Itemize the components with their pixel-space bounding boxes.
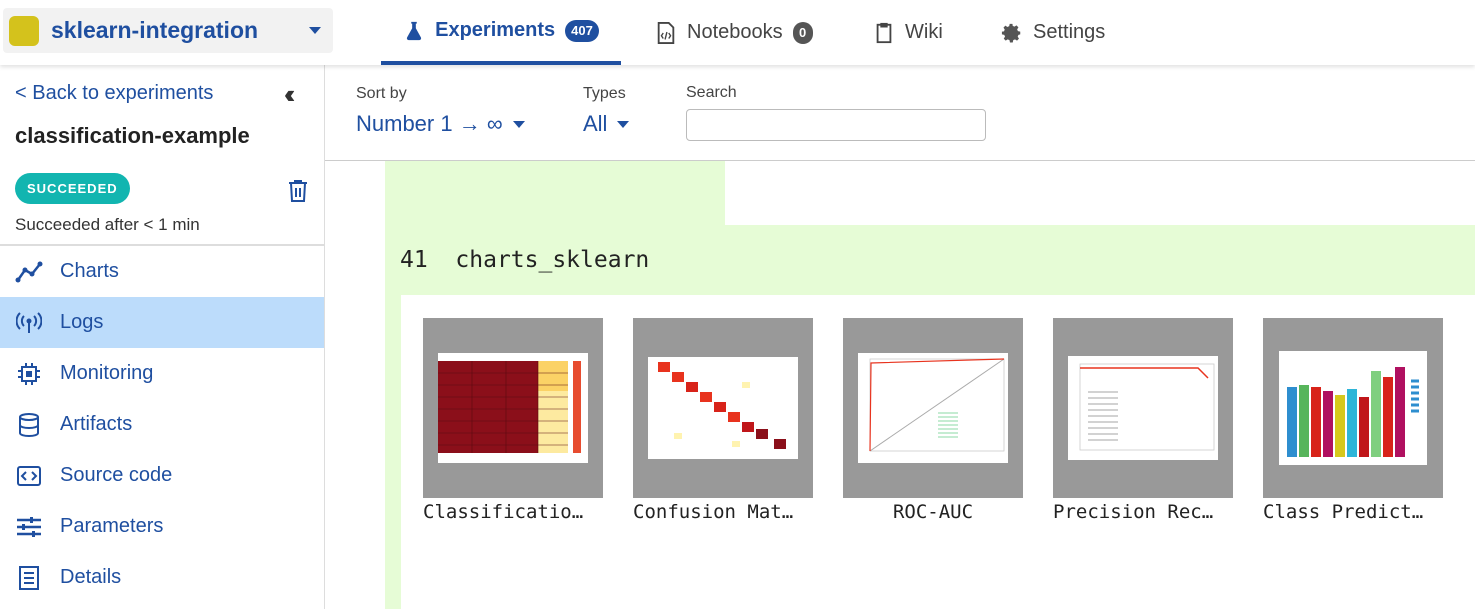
collapse-sidebar-icon[interactable]: ‹‹	[284, 79, 296, 110]
sort-dropdown[interactable]: Number 1 → ∞	[356, 111, 525, 137]
sidebar-item-source-code[interactable]: Source code	[0, 450, 324, 501]
log-number: 41	[400, 247, 428, 273]
trash-icon[interactable]	[288, 179, 308, 208]
roc-auc-preview	[858, 353, 1008, 463]
sidebar-item-label: Details	[60, 566, 122, 588]
image-caption: ROC-AUC	[892, 501, 974, 523]
classification-report-preview	[438, 353, 588, 463]
log-highlight-bar	[385, 295, 401, 609]
tab-notebooks-label: Notebooks	[687, 21, 783, 43]
tab-notebooks[interactable]: Notebooks 0	[655, 0, 813, 65]
notebooks-count-badge: 0	[792, 21, 813, 44]
chip-icon	[15, 360, 43, 388]
project-selector[interactable]: sklearn-integration	[3, 8, 333, 53]
confusion-matrix-preview	[648, 357, 798, 459]
experiments-count-badge: 407	[565, 19, 599, 42]
image-thumbnail-confusion-matrix[interactable]	[633, 318, 813, 498]
flask-icon	[403, 20, 425, 42]
back-to-experiments-link[interactable]: < Back to experiments	[15, 82, 213, 105]
database-icon	[15, 411, 43, 439]
image-caption: Class Predict…	[1263, 501, 1424, 523]
sidebar-item-label: Parameters	[60, 515, 164, 537]
tab-experiments[interactable]: Experiments 407	[381, 0, 621, 65]
tab-experiments-label: Experiments	[435, 19, 556, 41]
chevron-down-icon	[617, 120, 630, 128]
sidebar-item-details[interactable]: Details	[0, 552, 324, 603]
image-thumbnail-precision-recall[interactable]	[1053, 318, 1233, 498]
image-caption: Confusion Mat…	[633, 501, 794, 523]
tab-wiki-label: Wiki	[905, 21, 943, 43]
gear-icon	[1001, 22, 1023, 44]
sidebar-item-monitoring[interactable]: Monitoring	[0, 348, 324, 399]
sidebar-item-label: Charts	[60, 260, 119, 282]
sidebar-nav: Charts Logs Monitoring Artifacts Source …	[0, 246, 324, 603]
code-file-icon	[15, 462, 43, 490]
types-dropdown[interactable]: All	[583, 111, 630, 137]
log-name: charts_sklearn	[455, 247, 650, 273]
top-bar: sklearn-integration Experiments 407 Note…	[0, 0, 1475, 65]
project-color-swatch	[9, 15, 39, 46]
log-title: 41 charts_sklearn	[400, 247, 649, 273]
sidebar-item-label: Source code	[60, 464, 173, 486]
image-thumbnail-roc-auc[interactable]	[843, 318, 1023, 498]
status-detail: Succeeded after < 1 min	[15, 215, 200, 234]
class-prediction-preview	[1279, 351, 1427, 465]
types-label: Types	[583, 85, 626, 102]
sidebar-item-label: Artifacts	[60, 413, 133, 435]
filters-bar: Sort by Number 1 → ∞ Types All Search	[325, 65, 1475, 161]
image-thumbnail-class-prediction[interactable]	[1263, 318, 1443, 498]
image-caption: Classificatio…	[423, 501, 584, 523]
image-thumbnail-classification[interactable]	[423, 318, 603, 498]
notebook-icon	[655, 21, 677, 44]
experiment-title: classification-example	[15, 123, 250, 148]
status-badge: SUCCEEDED	[15, 173, 130, 204]
tab-settings[interactable]: Settings	[1001, 0, 1105, 65]
sliders-icon	[15, 513, 43, 541]
sidebar-item-parameters[interactable]: Parameters	[0, 501, 324, 552]
types-value: All	[583, 111, 608, 136]
sidebar-item-label: Logs	[60, 311, 104, 333]
sidebar-item-charts[interactable]: Charts	[0, 246, 324, 297]
sidebar-item-artifacts[interactable]: Artifacts	[0, 399, 324, 450]
logs-content: 41 charts_sklearn Classificatio… Confusi…	[325, 161, 1475, 609]
sort-label: Sort by	[356, 85, 407, 102]
tab-wiki[interactable]: Wiki	[873, 0, 943, 65]
chevron-down-icon	[512, 120, 525, 128]
tab-settings-label: Settings	[1033, 21, 1106, 43]
sidebar-item-logs[interactable]: Logs	[0, 297, 324, 348]
clipboard-icon	[873, 22, 895, 44]
antenna-icon	[15, 309, 43, 337]
sidebar: < Back to experiments ‹‹ classification-…	[0, 65, 325, 609]
sort-value: Number 1 → ∞	[356, 111, 503, 136]
precision-recall-preview	[1068, 356, 1218, 460]
project-name: sklearn-integration	[51, 17, 259, 43]
details-icon	[15, 564, 43, 592]
image-caption: Precision Rec…	[1053, 501, 1214, 523]
previous-log-highlight	[385, 161, 725, 225]
search-input[interactable]	[686, 109, 986, 141]
chart-line-icon	[15, 258, 43, 286]
sidebar-item-label: Monitoring	[60, 362, 154, 384]
search-label: Search	[686, 84, 737, 101]
chevron-down-icon	[309, 27, 321, 34]
